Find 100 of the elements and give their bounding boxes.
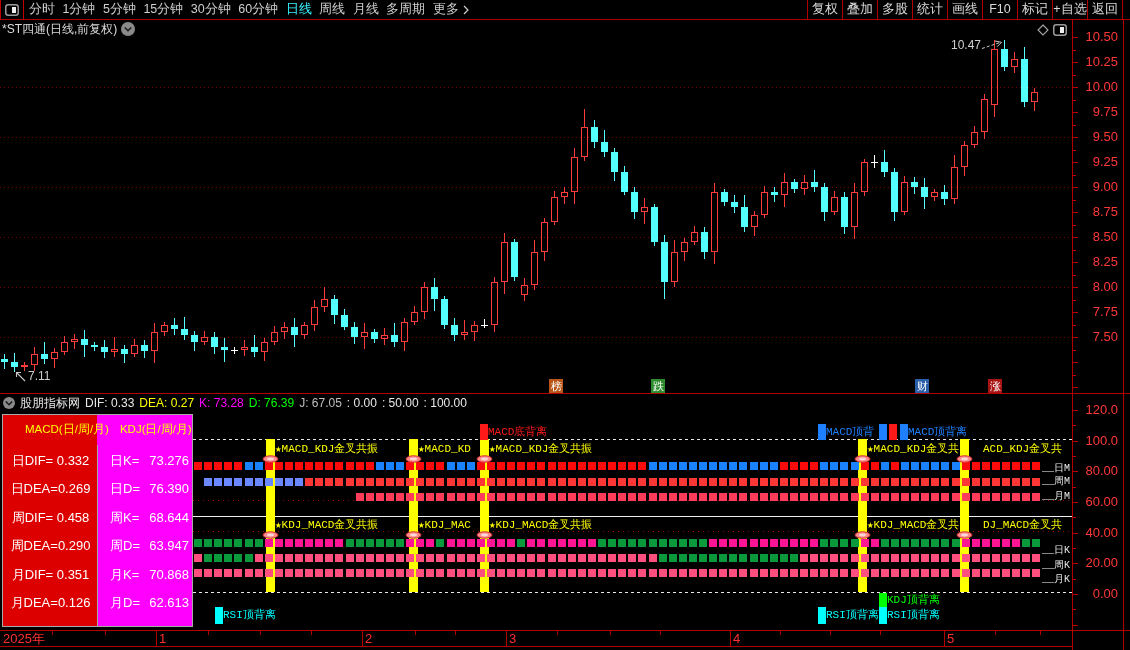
price-axis-label: 9.00 — [1092, 180, 1118, 194]
price-axis-label: 8.75 — [1092, 205, 1118, 219]
strip-label: __月K — [1042, 574, 1070, 586]
doji-candle — [870, 154, 879, 169]
period-tab[interactable]: 5分钟 — [102, 0, 136, 19]
pointer-arrow-icon — [981, 40, 1004, 50]
period-tab[interactable]: 日线 — [285, 0, 312, 19]
period-tab[interactable]: 月线 — [352, 0, 379, 19]
macd-reading: 日DEA=0.269 — [10, 481, 91, 497]
value-axis-label: 100.0 — [1085, 434, 1118, 448]
value-axis-label: 40.00 — [1085, 526, 1118, 540]
signal-label: ACD_KDJ金叉共 — [983, 442, 1063, 456]
panel-icon[interactable] — [1053, 24, 1067, 36]
toolbar-button[interactable]: 画线 — [947, 0, 982, 19]
toolbar-button[interactable]: 标记 — [1017, 0, 1052, 19]
toolbar-button[interactable]: 多股 — [877, 0, 912, 19]
divergence-label: MACD底背离 — [488, 425, 548, 439]
indicator-readout: DIF: 0.33 — [85, 395, 135, 410]
toolbar-button[interactable]: 返回 — [1087, 0, 1122, 19]
kdj-label: 周K= — [110, 509, 140, 525]
period-tab[interactable]: 30分钟 — [190, 0, 231, 19]
kdj-label: 周D= — [110, 538, 140, 554]
oval-marker-icon — [405, 531, 422, 539]
price-axis-label: 8.50 — [1092, 230, 1118, 244]
signal-label: ★MACD_KDJ金叉共振 — [489, 442, 593, 456]
signal-label: ★MACD_KDJ金叉共 — [867, 442, 960, 456]
oval-marker-icon — [476, 531, 493, 539]
date-axis-label: 3 — [509, 632, 517, 646]
toolbar-button[interactable]: +自选 — [1052, 0, 1087, 19]
high-price-label: 10.47 — [951, 39, 982, 51]
period-tab[interactable]: 60分钟 — [238, 0, 279, 19]
doji-candle — [480, 318, 489, 329]
event-tag[interactable]: 财 — [915, 379, 929, 393]
price-axis-label: 8.25 — [1092, 255, 1118, 269]
price-axis-label: 9.25 — [1092, 155, 1118, 169]
indicator-readout: DEA: 0.27 — [139, 395, 195, 410]
date-axis-label: 4 — [733, 632, 741, 646]
kdj-value: 68.644 — [149, 509, 189, 525]
doji-candle — [230, 346, 239, 355]
price-axis-label: 9.75 — [1092, 105, 1118, 119]
kdj-value: 63.947 — [149, 538, 189, 554]
panel-toggle-button[interactable] — [0, 0, 24, 19]
event-tag[interactable]: 跌 — [651, 379, 665, 393]
signal-label: ★MACD_KDJ金叉共振 — [275, 442, 379, 456]
divergence-label: RSI顶背离 — [887, 608, 940, 622]
divergence-label: RSI顶背离 — [223, 608, 276, 622]
macd-reading: 周DIF= 0.458 — [11, 509, 90, 525]
dropdown-icon[interactable] — [3, 396, 15, 409]
price-axis-label: 7.75 — [1092, 305, 1118, 319]
date-axis-label: 5 — [947, 632, 955, 646]
low-price-label: 7.11 — [28, 370, 51, 382]
strip-label: __日K — [1042, 545, 1070, 557]
dropdown-icon[interactable] — [121, 22, 136, 36]
toolbar-button[interactable]: 叠加 — [842, 0, 877, 19]
divergence-label: KDJ顶背离 — [887, 593, 940, 607]
macd-reading: 周DEA=0.290 — [10, 538, 91, 554]
indicator-readout: : 50.00 — [381, 395, 419, 410]
strip-label: __周K — [1042, 560, 1070, 572]
toolbar-button[interactable]: 统计 — [912, 0, 947, 19]
macd-reading: 月DIF= 0.351 — [11, 566, 90, 582]
event-tag[interactable]: 榜 — [549, 379, 563, 393]
price-axis-label: 7.50 — [1092, 330, 1118, 344]
toolbar-button[interactable]: 复权 — [807, 0, 842, 19]
value-axis-label: 120.0 — [1085, 403, 1118, 417]
divergence-label: MACD顶背 — [826, 425, 875, 439]
strip-label: __月M — [1042, 491, 1070, 503]
event-tag[interactable]: 涨 — [988, 379, 1002, 393]
date-axis-label: 2025年 — [3, 632, 45, 646]
value-axis-label: 80.00 — [1085, 464, 1118, 478]
kdj-value: 76.390 — [149, 481, 189, 497]
chevron-right-icon — [462, 4, 469, 15]
date-axis-label: 1 — [159, 632, 167, 646]
oval-marker-icon — [956, 455, 973, 463]
value-axis-label: 60.00 — [1085, 495, 1118, 509]
signal-label: ★KDJ_MACD金叉共振 — [489, 518, 593, 532]
divergence-label: MACD顶背离 — [908, 425, 968, 439]
signal-label: ★KDJ_MAC — [418, 518, 471, 532]
price-axis-label: 8.00 — [1092, 280, 1118, 294]
oval-marker-icon — [476, 455, 493, 463]
price-axis-label: 10.00 — [1085, 80, 1118, 94]
value-axis-label: 20.00 — [1085, 556, 1118, 570]
period-tab[interactable]: 分时 — [29, 0, 55, 19]
price-axis-label: 10.25 — [1085, 55, 1118, 69]
more-menu-button[interactable]: 更多 — [432, 0, 469, 19]
signal-label: ★KDJ_MACD金叉共振 — [275, 518, 379, 532]
period-tab[interactable]: 多周期 — [386, 0, 426, 19]
toolbar-button[interactable]: F10 — [982, 0, 1017, 19]
oval-marker-icon — [956, 531, 973, 539]
period-tab[interactable]: 1分钟 — [62, 0, 96, 19]
pointer-arrow-icon — [15, 370, 26, 382]
kdj-label: 月K= — [110, 566, 140, 582]
period-tab[interactable]: 15分钟 — [143, 0, 184, 19]
price-axis-label: 10.50 — [1085, 30, 1118, 44]
macd-reading: 日DIF= 0.332 — [11, 452, 90, 468]
period-tab[interactable]: 周线 — [319, 0, 346, 19]
oval-marker-icon — [262, 455, 279, 463]
indicator-readout: D: 76.39 — [248, 395, 295, 410]
indicator-name: 股朋指标网 — [20, 395, 80, 410]
date-axis-label: 2 — [365, 632, 373, 646]
diamond-icon[interactable] — [1037, 24, 1049, 36]
